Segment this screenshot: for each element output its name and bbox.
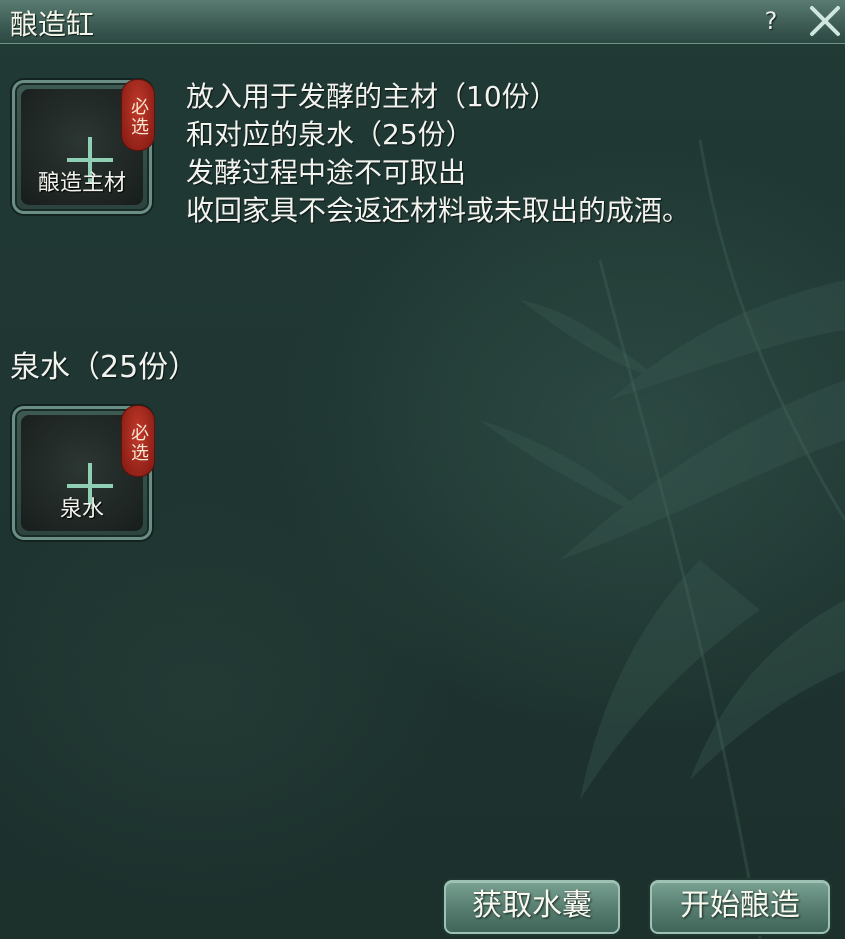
start-brewing-button[interactable]: 开始酿造	[650, 880, 830, 934]
get-water-bag-button[interactable]: 获取水囊	[444, 880, 620, 934]
instruction-line: 收回家具不会返还材料或未取出的成酒。	[186, 194, 691, 227]
spring-water-slot[interactable]: 泉水 必选	[12, 405, 155, 540]
window-title: 酿造缸	[10, 8, 95, 41]
help-button[interactable]: ?	[756, 6, 786, 36]
brewing-vat-window: 酿造缸 ? 酿造主材 必选 放入用于发酵的主材（10份） 和对应的泉水（25份）…	[0, 0, 845, 939]
spring-water-label: 泉水	[59, 497, 104, 522]
instruction-line: 放入用于发酵的主材（10份）	[186, 80, 558, 113]
close-icon	[810, 6, 840, 36]
required-badge: 必选	[121, 405, 155, 477]
instruction-line: 发酵过程中途不可取出	[186, 156, 467, 189]
main-ingredient-slot[interactable]: 酿造主材 必选	[12, 79, 155, 214]
required-badge: 必选	[121, 79, 155, 151]
main-ingredient-label: 酿造主材	[37, 171, 126, 196]
close-button[interactable]	[806, 2, 844, 40]
help-icon: ?	[764, 7, 778, 35]
instruction-line: 和对应的泉水（25份）	[186, 118, 474, 151]
instructions-text: 放入用于发酵的主材（10份） 和对应的泉水（25份） 发酵过程中途不可取出 收回…	[186, 78, 690, 230]
water-section-title: 泉水（25份）	[10, 350, 199, 385]
title-bar: 酿造缸 ?	[0, 0, 845, 44]
